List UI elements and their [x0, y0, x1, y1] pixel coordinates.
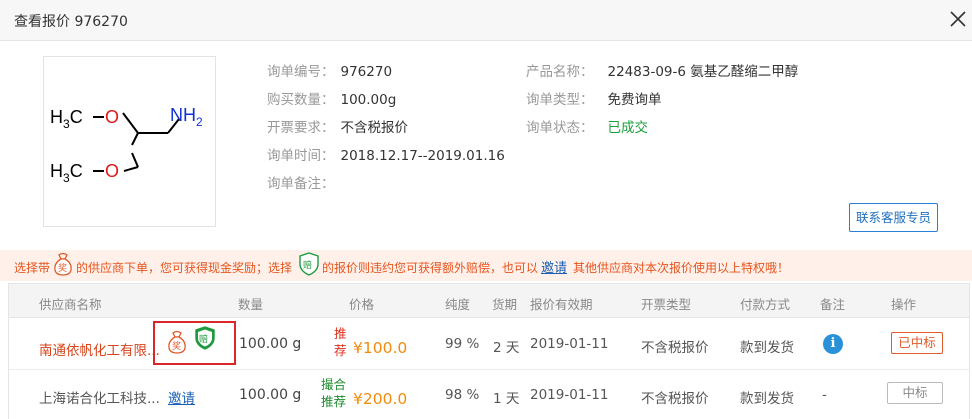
inquiry-remark-row: 询单备注： — [267, 172, 341, 192]
invoice-requirement-row: 开票要求： 不含税报价 — [267, 116, 408, 136]
payment-cell: 款到发货 — [740, 340, 794, 356]
valid-until-cell: 2019-01-11 — [530, 387, 609, 403]
notice-invite-link[interactable]: 邀请 — [541, 257, 567, 276]
inquiry-id-row: 询单编号： 976270 — [267, 60, 392, 80]
product-name-label: 产品名称： — [526, 64, 594, 80]
quantity-cell: 100.00 g — [239, 336, 302, 352]
product-name-row: 产品名称： 22483-09-6 氨基乙醛缩二甲醇 — [526, 60, 798, 80]
compensation-shield-icon: 赔 — [298, 252, 320, 279]
inquiry-time-value: 2018.12.17--2019.01.16 — [340, 148, 505, 164]
header-remark: 备注 — [820, 297, 846, 312]
delivery-cell: 1 天 — [493, 391, 520, 407]
inquiry-time-label: 询单时间： — [267, 148, 335, 164]
inquiry-remark-label: 询单备注： — [267, 176, 335, 192]
header-invoice: 开票类型 — [641, 297, 692, 312]
price-value: ¥100.0 — [353, 339, 408, 357]
valid-until-cell: 2019-01-11 — [530, 336, 609, 352]
inquiry-status-row: 询单状态： 已成交 — [526, 116, 648, 136]
info-icon[interactable]: i — [823, 334, 843, 354]
inquiry-status-value: 已成交 — [607, 120, 649, 136]
inquiry-status-label: 询单状态： — [526, 120, 594, 136]
match-tag-bottom: 推荐 — [321, 394, 347, 409]
svg-text:奖: 奖 — [58, 262, 67, 274]
delivery-cell: 2 天 — [493, 340, 520, 356]
oxygen-2-label: O — [105, 161, 119, 181]
header-payment: 付款方式 — [740, 297, 791, 312]
methyl-2-label: H3C — [50, 161, 83, 185]
match-tag-top: 撮合 — [321, 377, 347, 392]
header-supplier: 供应商名称 — [39, 297, 102, 312]
remark-cell: - — [822, 387, 827, 403]
price-value: ¥200.0 — [353, 390, 408, 408]
purity-cell: 99 % — [445, 336, 480, 352]
header-quantity: 数量 — [238, 297, 264, 312]
structure-image: H3C O O H3C NH2 — [43, 56, 216, 227]
payment-cell: 款到发货 — [740, 391, 794, 407]
supplier-name[interactable]: 南通依帆化工有限... — [39, 339, 160, 359]
header-valid-until: 报价有效期 — [530, 297, 593, 312]
notice-text-1: 选择带 — [14, 261, 51, 275]
invite-link[interactable]: 邀请 — [168, 387, 195, 407]
inquiry-type-value: 免费询单 — [607, 92, 662, 108]
inquiry-id-value: 976270 — [340, 64, 393, 80]
invoice-requirement-value: 不含税报价 — [340, 120, 409, 136]
inquiry-type-label: 询单类型： — [526, 92, 594, 108]
svg-text:赔: 赔 — [303, 259, 312, 271]
invoice-requirement-label: 开票要求： — [267, 120, 335, 136]
dialog-titlebar: 查看报价 976270 — [0, 0, 972, 41]
header-price: 价格 — [349, 297, 375, 312]
header-purity: 纯度 — [445, 297, 471, 312]
reward-bag-icon: 奖 — [52, 252, 74, 279]
dialog-title: 查看报价 976270 — [14, 14, 128, 30]
header-delivery: 货期 — [492, 297, 518, 312]
contact-support-button[interactable]: 联系客服专员 — [849, 203, 938, 232]
methyl-1-label: H3C — [50, 107, 83, 131]
close-icon[interactable] — [948, 8, 968, 30]
award-bid-button[interactable]: 中标 — [887, 382, 943, 404]
product-name-value: 22483-09-6 氨基乙醛缩二甲醇 — [607, 64, 799, 80]
quantity-value: 100.00g — [340, 92, 397, 108]
recommend-tag-top: 推 — [334, 326, 347, 341]
won-bid-button[interactable]: 已中标 — [891, 332, 943, 354]
quantity-cell: 100.00 g — [239, 387, 302, 403]
inquiry-time-row: 询单时间： 2018.12.17--2019.01.16 — [267, 144, 505, 164]
notice-text-4: 其他供应商对本次报价使用以上特权哦！ — [573, 261, 790, 275]
notice-text-2: 的供应商下单，您可获得现金奖励；选择 — [76, 261, 293, 275]
table-row: 上海诺合化工科技... 邀请 100.00 g 撮合 推荐 ¥200.0 98 … — [9, 370, 969, 419]
purity-cell: 98 % — [445, 387, 480, 403]
recommend-tag-bottom: 荐 — [334, 343, 347, 358]
supplier-name[interactable]: 上海诺合化工科技... — [39, 387, 160, 407]
table-header: 供应商名称 数量 价格 纯度 货期 报价有效期 开票类型 付款方式 备注 操作 — [9, 284, 969, 318]
inquiry-id-label: 询单编号： — [267, 64, 335, 80]
header-action: 操作 — [891, 297, 917, 312]
badge-highlight-box — [153, 321, 236, 365]
invoice-cell: 不含税报价 — [641, 391, 709, 407]
notice-text-3: 的报价则违约您可获得额外赔偿，也可以 — [322, 261, 539, 275]
privilege-notice: 选择带 奖 的供应商下单，您可获得现金奖励；选择 赔 的报价则违约您可获得额外赔… — [0, 250, 972, 281]
inquiry-type-row: 询单类型： 免费询单 — [526, 88, 662, 108]
quantity-label: 购买数量： — [267, 92, 335, 108]
invoice-cell: 不含税报价 — [641, 340, 709, 356]
oxygen-1-label: O — [105, 107, 119, 127]
quantity-row: 购买数量： 100.00g — [267, 88, 396, 108]
